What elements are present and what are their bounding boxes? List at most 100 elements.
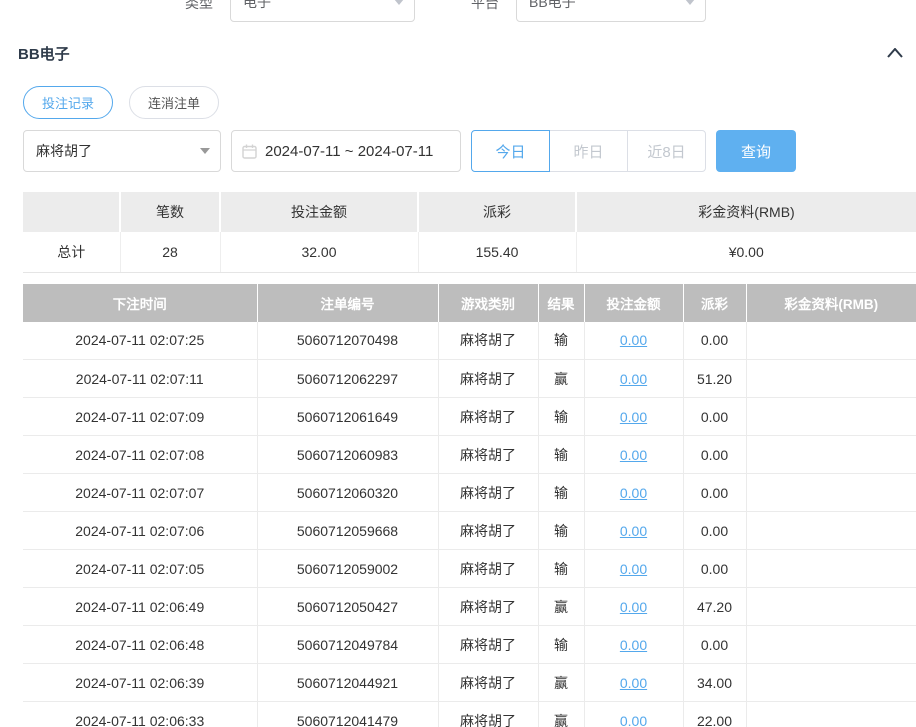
result-cell: 输	[538, 512, 584, 550]
result-cell: 输	[538, 626, 584, 664]
bet-time-cell: 2024-07-11 02:07:08	[23, 436, 257, 474]
game-type-cell: 麻将胡了	[438, 588, 538, 626]
last-8-days-button[interactable]: 近8日	[627, 130, 706, 172]
order-number-cell: 5060712061649	[257, 398, 438, 436]
bet-amount-cell: 0.00	[584, 626, 683, 664]
tab-bet-records-label: 投注记录	[42, 93, 94, 112]
game-type-cell: 麻将胡了	[438, 626, 538, 664]
result-cell: 赢	[538, 664, 584, 702]
result-cell: 赢	[538, 588, 584, 626]
chevron-up-icon	[887, 48, 903, 58]
game-type-cell: 麻将胡了	[438, 360, 538, 398]
total-bet-amount: 32.00	[220, 232, 418, 272]
bet-amount-link[interactable]: 0.00	[620, 675, 647, 691]
bet-amount-link[interactable]: 0.00	[620, 637, 647, 653]
order-number-cell: 5060712059002	[257, 550, 438, 588]
record-row: 2024-07-11 02:07:065060712059668麻将胡了输0.0…	[23, 512, 916, 550]
today-button[interactable]: 今日	[471, 130, 550, 172]
summary-header-payout: 派彩	[418, 192, 576, 232]
calendar-icon	[242, 144, 257, 159]
tab-cancelled-orders[interactable]: 连消注单	[129, 86, 219, 119]
chevron-down-icon	[394, 0, 404, 5]
game-type-cell: 麻将胡了	[438, 436, 538, 474]
bonus-cell	[746, 626, 916, 664]
records-header-row: 下注时间 注单编号 游戏类别 结果 投注金额 派彩 彩金资料(RMB)	[23, 284, 916, 322]
bet-amount-link[interactable]: 0.00	[620, 561, 647, 577]
bet-amount-link[interactable]: 0.00	[620, 599, 647, 615]
bet-amount-link[interactable]: 0.00	[620, 332, 647, 348]
order-number-cell: 5060712060320	[257, 474, 438, 512]
search-button[interactable]: 查询	[716, 130, 796, 172]
order-number-cell: 5060712050427	[257, 588, 438, 626]
top-filter-strip: 类型 电子 平台 BB电子	[23, 0, 916, 22]
bet-amount-cell: 0.00	[584, 436, 683, 474]
bonus-cell	[746, 550, 916, 588]
record-row: 2024-07-11 02:07:095060712061649麻将胡了输0.0…	[23, 398, 916, 436]
section-header: BB电子	[23, 42, 916, 64]
bonus-cell	[746, 322, 916, 360]
tab-cancelled-orders-label: 连消注单	[148, 93, 200, 112]
record-row: 2024-07-11 02:07:115060712062297麻将胡了赢0.0…	[23, 360, 916, 398]
record-row: 2024-07-11 02:07:075060712060320麻将胡了输0.0…	[23, 474, 916, 512]
payout-cell: 0.00	[683, 398, 746, 436]
summary-header-count: 笔数	[120, 192, 220, 232]
order-number-cell: 5060712060983	[257, 436, 438, 474]
bet-amount-cell: 0.00	[584, 702, 683, 727]
bet-amount-cell: 0.00	[584, 664, 683, 702]
summary-header-empty	[23, 192, 120, 232]
record-row: 2024-07-11 02:06:495060712050427麻将胡了赢0.0…	[23, 588, 916, 626]
summary-header-bet-amount: 投注金额	[220, 192, 418, 232]
bet-time-cell: 2024-07-11 02:07:06	[23, 512, 257, 550]
total-payout: 155.40	[418, 232, 576, 272]
result-cell: 输	[538, 436, 584, 474]
type-label: 类型	[185, 0, 213, 13]
record-row: 2024-07-11 02:06:485060712049784麻将胡了输 0.0…	[23, 626, 916, 664]
filter-bar: 麻将胡了 2024-07-11 ~ 2024-07-11 今日 昨日 近8日 查…	[23, 130, 916, 172]
payout-cell: 47.20	[683, 588, 746, 626]
result-cell: 输	[538, 474, 584, 512]
payout-cell: 0.00	[683, 474, 746, 512]
bet-time-cell: 2024-07-11 02:07:11	[23, 360, 257, 398]
quick-date-button-group: 今日 昨日 近8日	[471, 130, 706, 172]
bonus-cell	[746, 436, 916, 474]
type-select[interactable]: 电子	[230, 0, 415, 22]
header-payout: 派彩	[683, 284, 746, 322]
record-row: 2024-07-11 02:06:395060712044921麻将胡了赢0.0…	[23, 664, 916, 702]
records-tbody: 2024-07-11 02:07:255060712070498麻将胡了输0.0…	[23, 322, 916, 727]
tab-bet-records[interactable]: 投注记录	[23, 86, 113, 119]
order-number-cell: 5060712049784	[257, 626, 438, 664]
collapse-section-button[interactable]	[886, 44, 904, 62]
bet-amount-link[interactable]: 0.00	[620, 447, 647, 463]
bet-amount-link[interactable]: 0.00	[620, 485, 647, 501]
payout-cell: 0.00	[683, 322, 746, 360]
game-type-cell: 麻将胡了	[438, 550, 538, 588]
summary-total-row: 总计 28 32.00 155.40 ¥0.00	[23, 232, 916, 272]
total-count: 28	[120, 232, 220, 272]
game-select-value: 麻将胡了	[36, 141, 92, 161]
yesterday-button[interactable]: 昨日	[549, 130, 628, 172]
bet-amount-link[interactable]: 0.00	[620, 523, 647, 539]
bonus-cell	[746, 360, 916, 398]
platform-select[interactable]: BB电子	[516, 0, 706, 22]
bet-time-cell: 2024-07-11 02:07:09	[23, 398, 257, 436]
bet-amount-link[interactable]: 0.00	[620, 409, 647, 425]
payout-cell: 0.00	[683, 626, 746, 664]
tab-bar: 投注记录 连消注单	[23, 86, 916, 119]
date-range-picker[interactable]: 2024-07-11 ~ 2024-07-11	[231, 130, 461, 172]
summary-table: 笔数 投注金额 派彩 彩金资料(RMB) 总计 28 32.00 155.40 …	[23, 192, 916, 273]
bet-amount-link[interactable]: 0.00	[620, 371, 647, 387]
game-type-cell: 麻将胡了	[438, 702, 538, 727]
payout-cell: 0.00	[683, 550, 746, 588]
bonus-cell	[746, 702, 916, 727]
header-result: 结果	[538, 284, 584, 322]
game-select[interactable]: 麻将胡了	[23, 130, 221, 172]
game-type-cell: 麻将胡了	[438, 474, 538, 512]
game-type-cell: 麻将胡了	[438, 398, 538, 436]
game-type-cell: 麻将胡了	[438, 664, 538, 702]
bonus-cell	[746, 398, 916, 436]
record-row: 2024-07-11 02:06:335060712041479麻将胡了赢0.0…	[23, 702, 916, 727]
bet-time-cell: 2024-07-11 02:06:48	[23, 626, 257, 664]
bet-time-cell: 2024-07-11 02:07:25	[23, 322, 257, 360]
bet-amount-link[interactable]: 0.00	[620, 713, 647, 727]
payout-cell: 51.20	[683, 360, 746, 398]
